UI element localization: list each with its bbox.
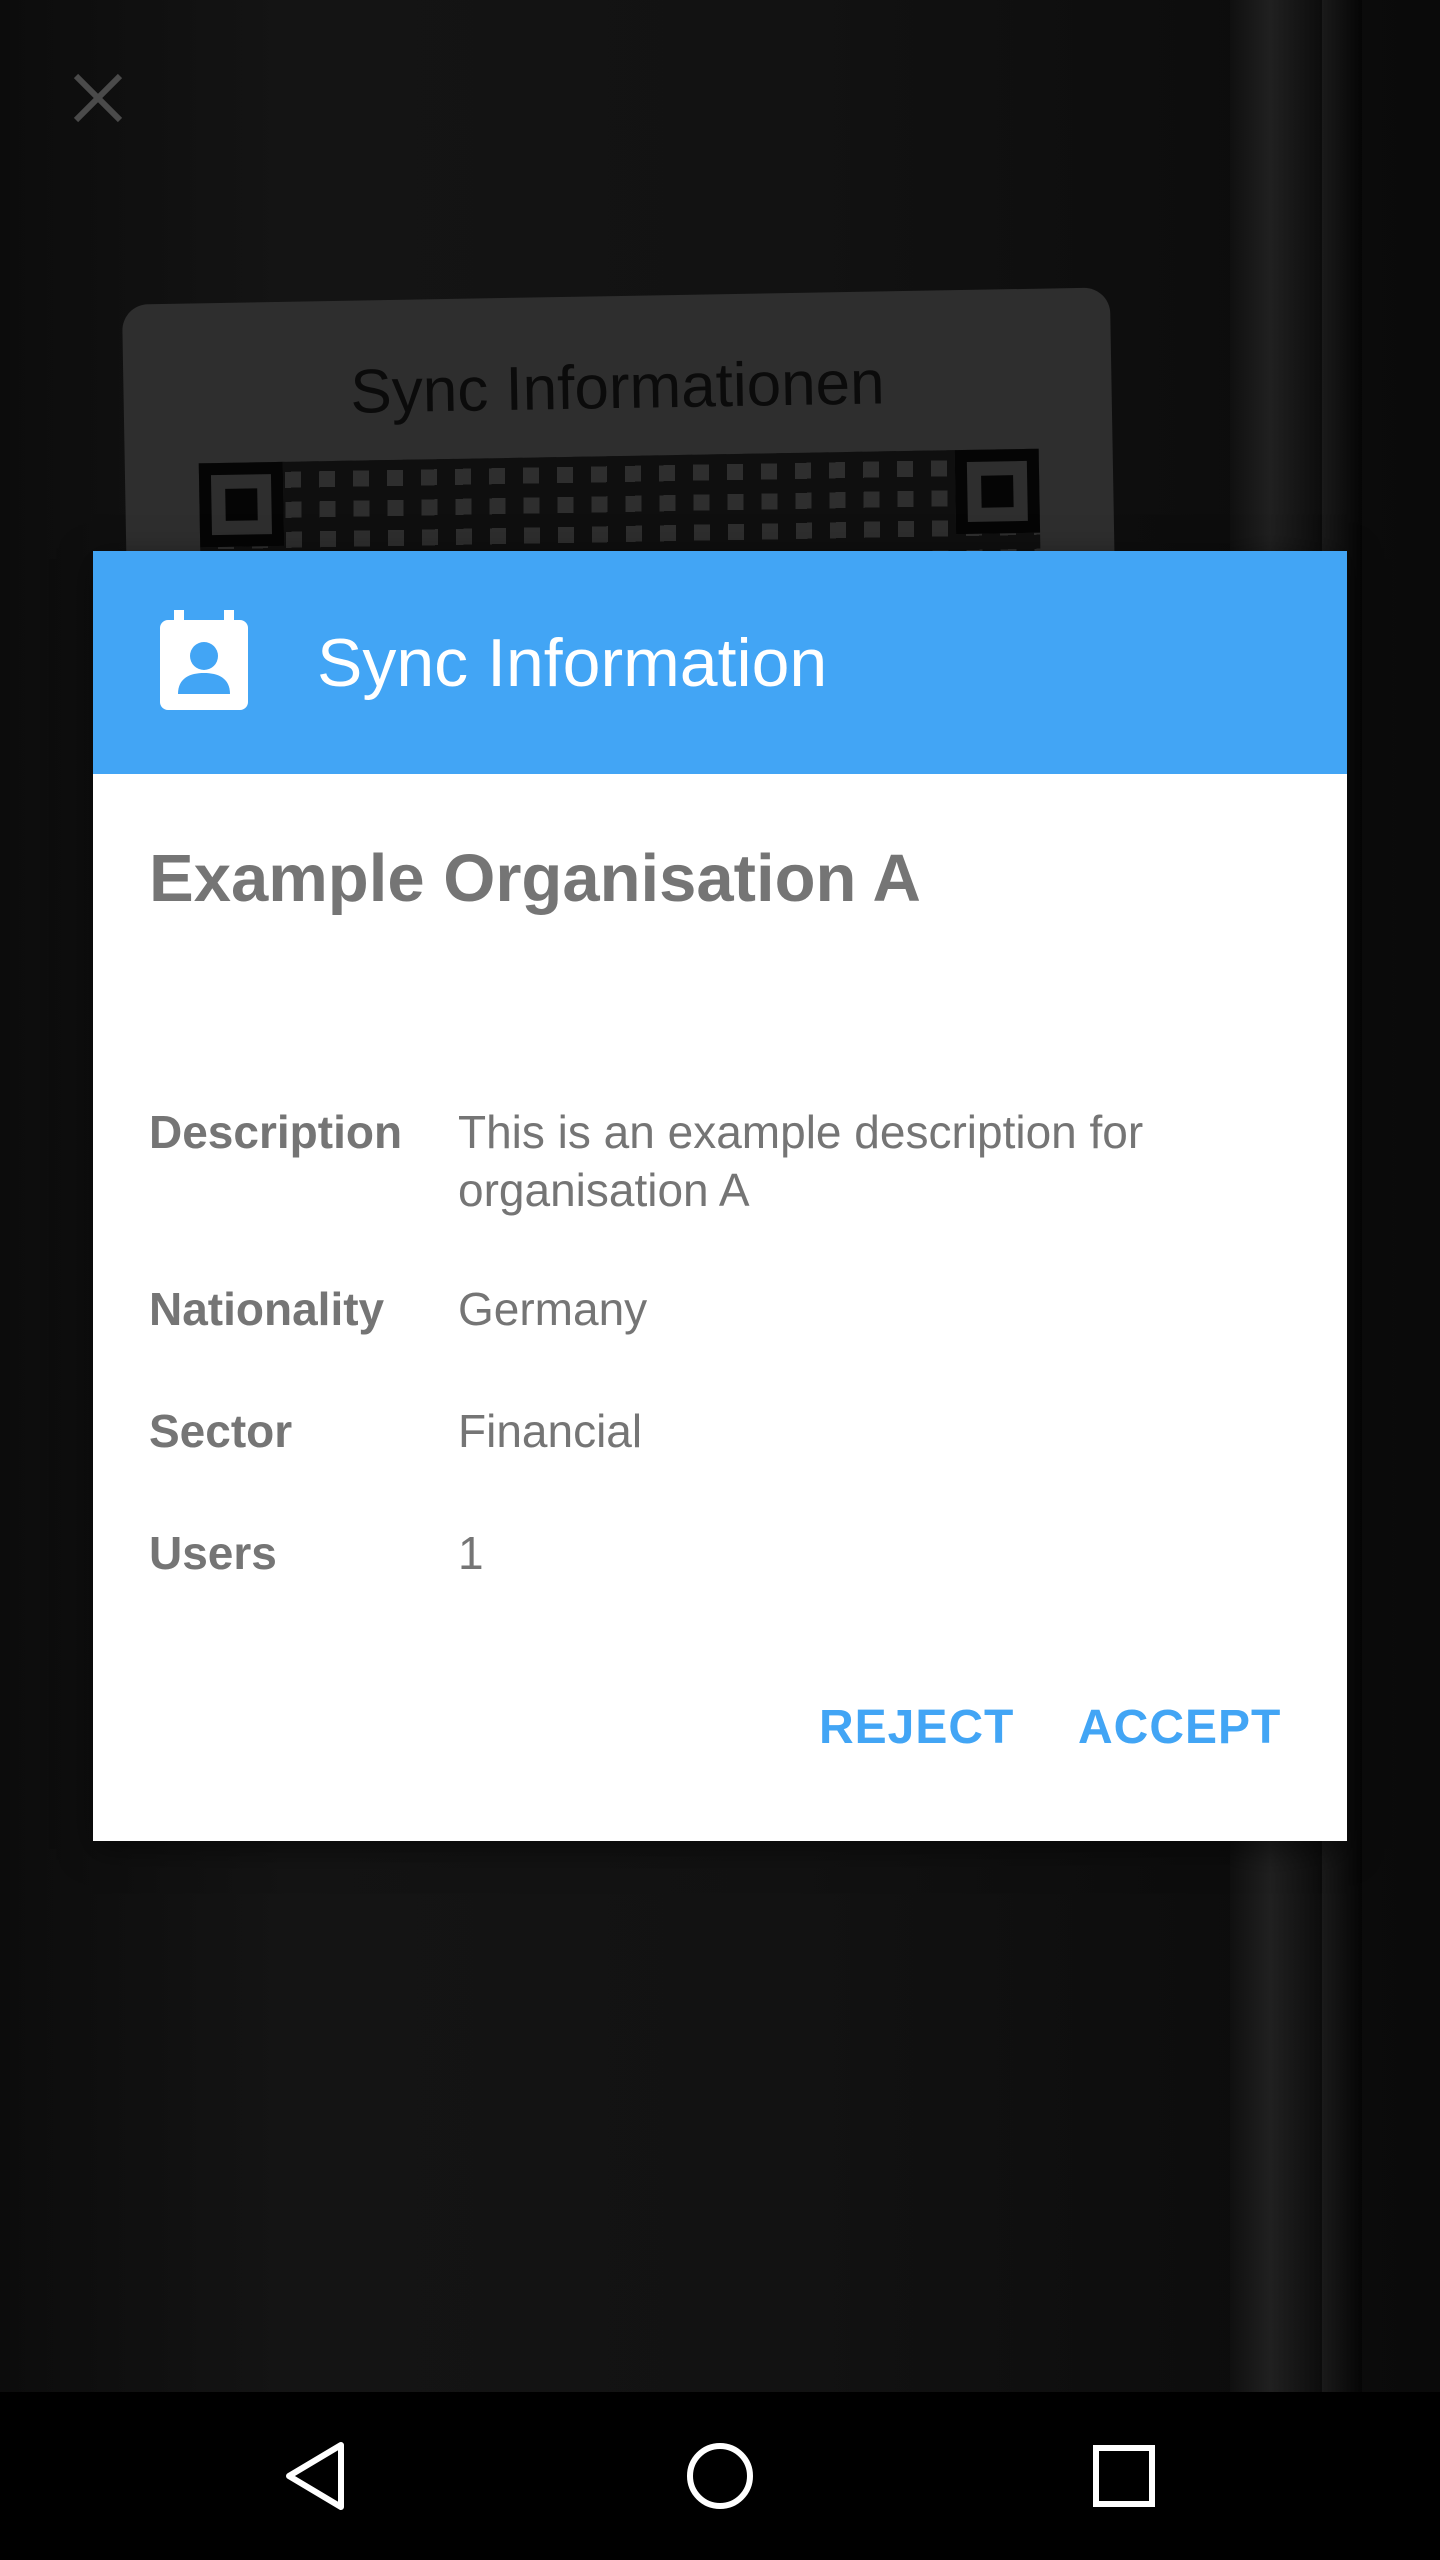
qr-finder-pattern: [954, 448, 1041, 535]
description-label: Description: [149, 1106, 403, 1158]
nav-home-button[interactable]: [670, 2426, 770, 2526]
navigation-bar: [0, 2392, 1440, 2560]
reject-button[interactable]: REJECT: [819, 1683, 1014, 1773]
qr-finder-pattern: [198, 461, 285, 548]
users-value: 1: [458, 1527, 484, 1579]
home-circle-icon: [687, 2443, 753, 2509]
sector-label: Sector: [149, 1405, 293, 1457]
back-triangle-icon: [286, 2442, 344, 2510]
contact-calendar-icon: [160, 610, 248, 710]
nav-back-button[interactable]: [266, 2426, 366, 2526]
dialog-title: Sync Information: [317, 625, 828, 701]
nationality-value: Germany: [458, 1283, 648, 1335]
nationality-label: Nationality: [149, 1283, 385, 1335]
sync-information-dialog: Sync Information Example Organisation A …: [93, 551, 1347, 1841]
nav-recents-button[interactable]: [1074, 2426, 1174, 2526]
scanned-card-title: Sync Informationen: [349, 348, 886, 427]
users-label: Users: [149, 1527, 277, 1579]
sector-value: Financial: [458, 1405, 643, 1457]
organisation-name: Example Organisation A: [149, 841, 921, 916]
close-button[interactable]: [56, 56, 140, 140]
recents-square-icon: [1093, 2445, 1155, 2507]
dialog-header: Sync Information: [93, 551, 1347, 774]
close-icon: [73, 73, 123, 123]
accept-button[interactable]: ACCEPT: [1078, 1683, 1281, 1773]
description-value: This is an example description for organ…: [458, 1106, 1144, 1216]
